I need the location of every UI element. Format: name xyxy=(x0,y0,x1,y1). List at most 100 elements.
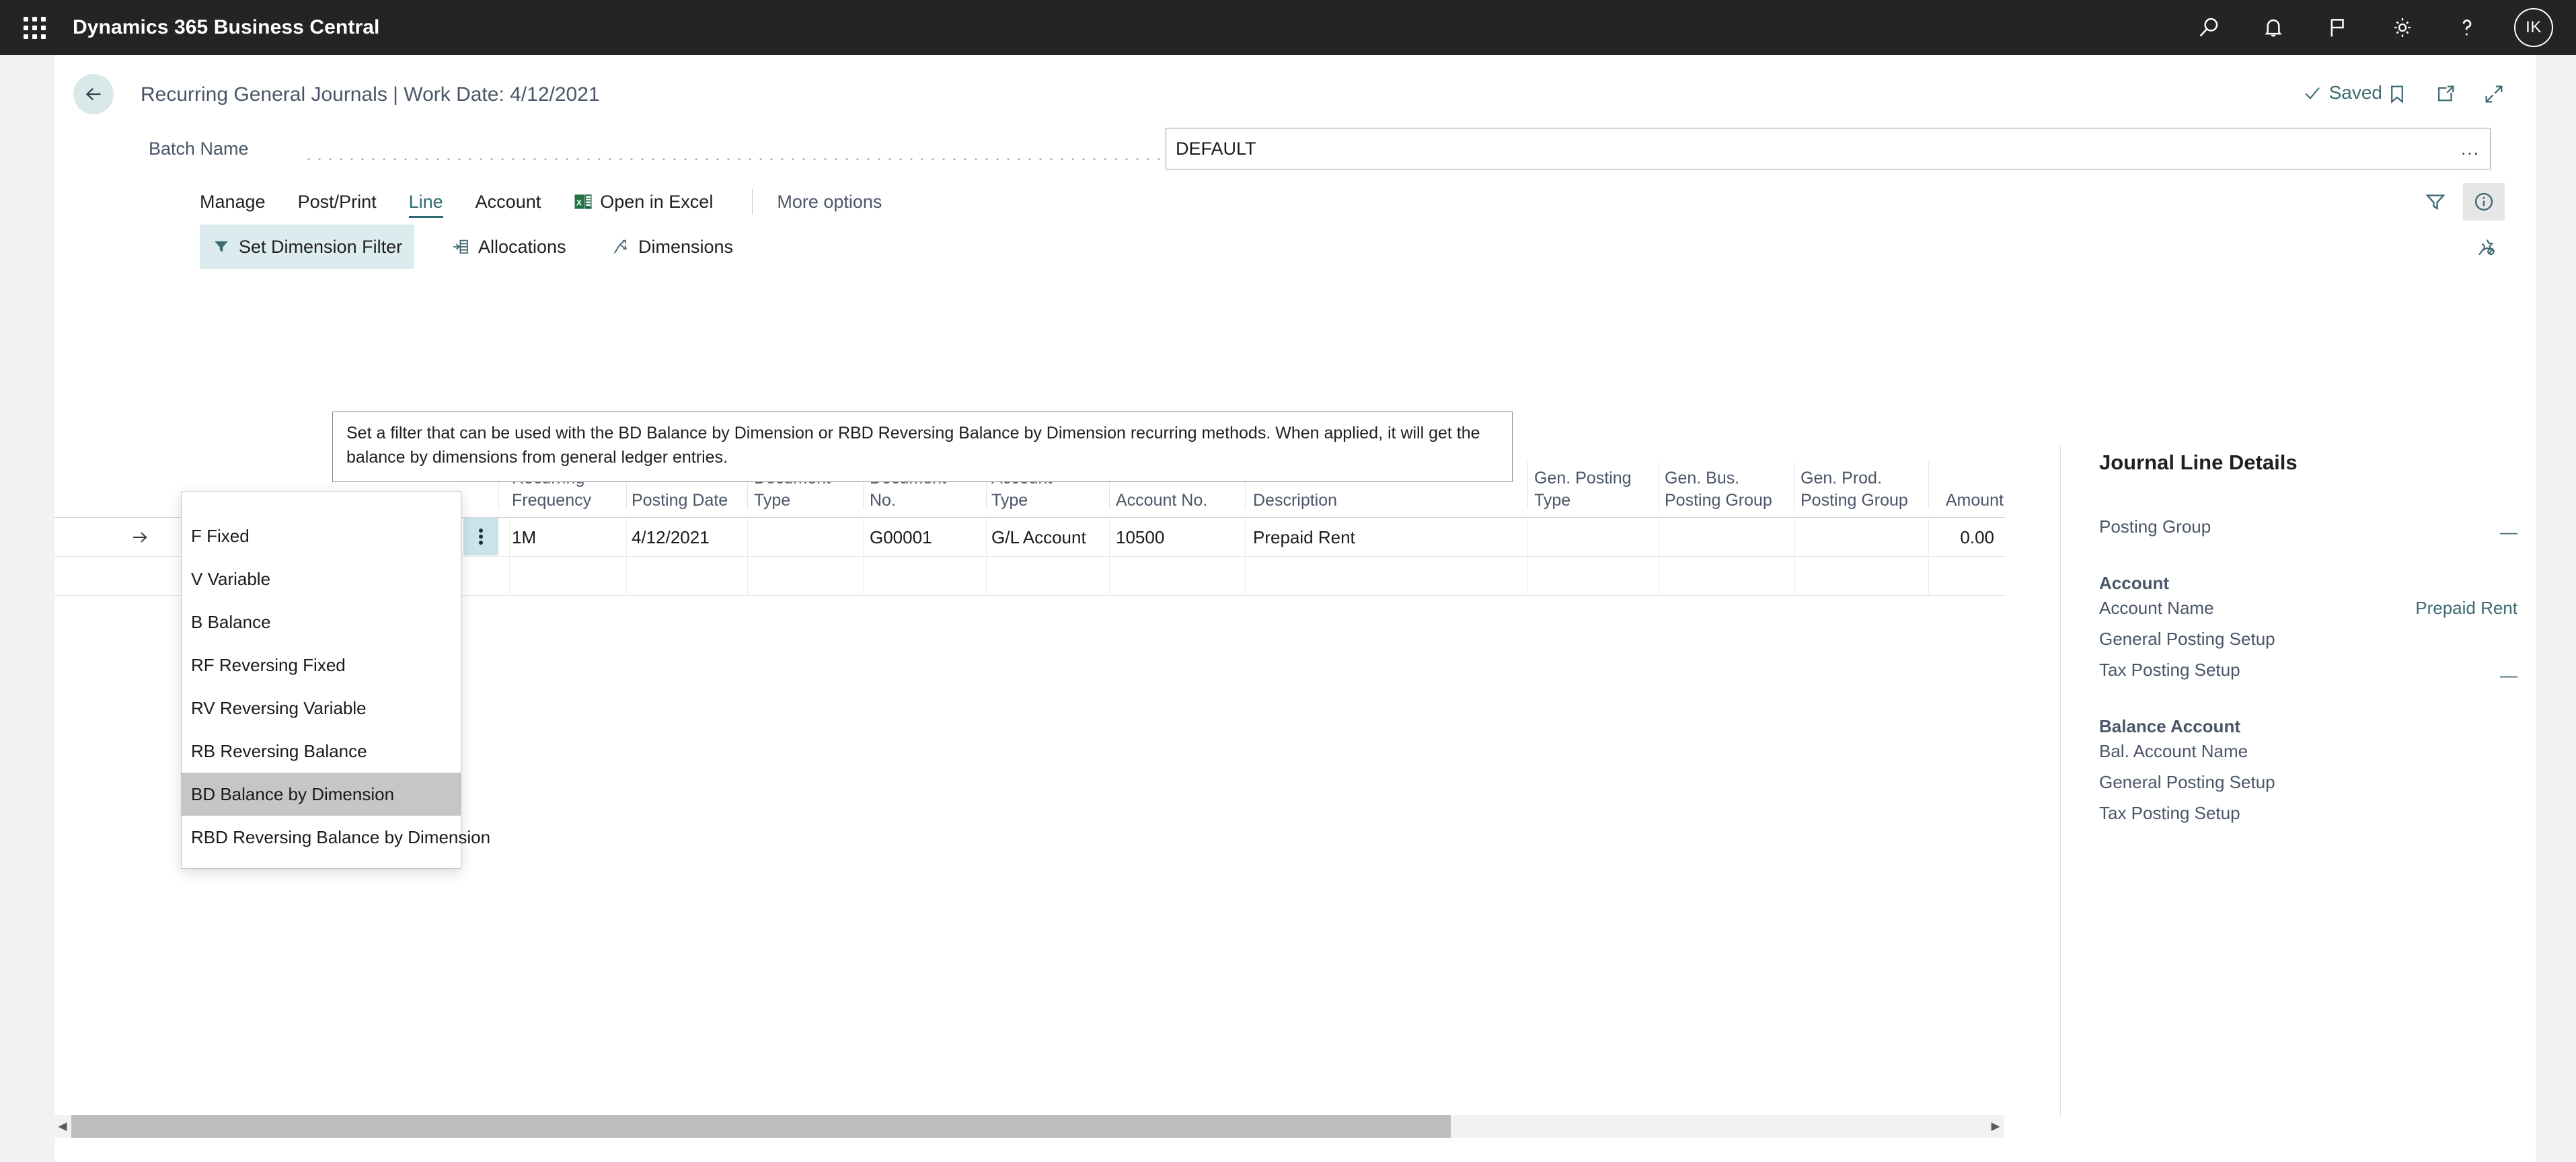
cell-divider xyxy=(863,518,864,557)
filter-funnel-icon[interactable] xyxy=(2415,183,2456,221)
app-title: Dynamics 365 Business Central xyxy=(73,16,380,38)
collapse-icon[interactable] xyxy=(2479,79,2509,109)
svg-text:X: X xyxy=(576,198,582,207)
scroll-right-arrow-icon[interactable]: ▶ xyxy=(1987,1120,2004,1133)
ribbon-tabs: Manage Post/Print Line Account X Open in… xyxy=(54,179,2536,225)
cell-divider xyxy=(986,518,987,557)
bookmark-icon[interactable] xyxy=(2382,79,2412,109)
cell-divider xyxy=(1527,518,1528,557)
batch-name-field[interactable]: ... xyxy=(1166,128,2491,169)
tab-open-in-excel[interactable]: X Open in Excel xyxy=(573,179,713,225)
details-title: Journal Line Details xyxy=(2099,451,2298,474)
column-header-gen-posting-type[interactable]: Gen. Posting Type xyxy=(1534,467,1632,512)
tab-post-print[interactable]: Post/Print xyxy=(298,179,377,225)
header-separator xyxy=(1527,461,1528,509)
flag-icon[interactable] xyxy=(2306,0,2370,55)
account-general-posting-setup-label: General Posting Setup xyxy=(2099,629,2275,649)
dropdown-option[interactable]: B Balance xyxy=(182,601,461,644)
batch-name-input[interactable] xyxy=(1166,138,2451,159)
tab-list: Manage Post/Print Line Account X Open in… xyxy=(200,179,914,225)
account-name-label: Account Name xyxy=(2099,598,2214,618)
tab-account[interactable]: Account xyxy=(476,179,541,225)
dropdown-option[interactable]: V Variable xyxy=(182,557,461,601)
cell-divider xyxy=(509,518,510,557)
waffle-grid-icon[interactable] xyxy=(13,16,55,39)
cell-account-type[interactable]: G/L Account xyxy=(991,518,1109,557)
cell-divider xyxy=(1109,518,1110,557)
cell-document-no[interactable]: G00001 xyxy=(870,518,984,557)
column-header-gen-bus-posting-group[interactable]: Gen. Bus. Posting Group xyxy=(1665,467,1772,512)
cell-recurring-frequency[interactable]: 1M xyxy=(512,518,626,557)
column-header-posting-date[interactable]: Posting Date xyxy=(632,490,728,512)
dropdown-option-selected[interactable]: BD Balance by Dimension xyxy=(182,773,461,816)
open-in-new-window-icon[interactable] xyxy=(2431,79,2460,109)
set-dimension-filter-label: Set Dimension Filter xyxy=(239,236,403,257)
horizontal-scrollbar[interactable]: ◀ ▶ xyxy=(54,1115,2004,1138)
gear-icon[interactable] xyxy=(2370,0,2435,55)
cell-gen-posting-type[interactable] xyxy=(1534,518,1657,557)
recurring-method-dropdown[interactable]: F Fixed V Variable B Balance RF Reversin… xyxy=(181,491,490,869)
unpin-icon[interactable] xyxy=(2467,230,2505,265)
help-question-icon[interactable] xyxy=(2435,0,2499,55)
ribbon-right-actions xyxy=(2415,183,2505,221)
dropdown-option[interactable]: RBD Reversing Balance by Dimension xyxy=(182,816,490,859)
set-dimension-filter-button[interactable]: Set Dimension Filter xyxy=(200,225,415,269)
dimensions-icon xyxy=(611,237,630,256)
batch-name-label: Batch Name xyxy=(149,139,249,159)
details-row-bal-tax-posting-setup: Tax Posting Setup xyxy=(2099,803,2570,834)
page-header: Recurring General Journals | Work Date: … xyxy=(54,55,2536,121)
cell-gen-bus-posting-group[interactable] xyxy=(1665,518,1792,557)
cell-divider xyxy=(626,557,627,596)
cell-divider xyxy=(1928,518,1929,557)
cell-divider xyxy=(986,557,987,596)
dropdown-option[interactable]: RB Reversing Balance xyxy=(182,730,461,773)
page-title: Recurring General Journals | Work Date: … xyxy=(141,83,600,106)
scroll-left-arrow-icon[interactable]: ◀ xyxy=(54,1120,71,1133)
dropdown-option[interactable]: RV Reversing Variable xyxy=(182,687,461,730)
dropdown-option[interactable]: F Fixed xyxy=(182,514,461,557)
cell-amount[interactable]: 0.00 xyxy=(1931,518,2004,557)
dimensions-button[interactable]: Dimensions xyxy=(599,225,745,269)
scrollbar-track[interactable] xyxy=(71,1115,1987,1138)
details-row-bal-account-name: Bal. Account Name xyxy=(2099,741,2570,772)
account-tax-posting-setup-label: Tax Posting Setup xyxy=(2099,660,2240,680)
column-header-description[interactable]: Description xyxy=(1253,490,1337,512)
bal-general-posting-setup-label: General Posting Setup xyxy=(2099,772,2275,792)
ribbon-actions: Set Dimension Filter Allocations Dimensi… xyxy=(54,225,2536,273)
column-header-gen-prod-posting-group[interactable]: Gen. Prod. Posting Group xyxy=(1801,467,1908,512)
dimensions-label: Dimensions xyxy=(638,236,734,257)
account-tax-posting-setup-value[interactable]: — xyxy=(2500,665,2517,686)
cell-posting-date[interactable]: 4/12/2021 xyxy=(632,518,746,557)
posting-group-value[interactable]: — xyxy=(2500,522,2517,543)
ribbon-divider xyxy=(752,189,753,215)
notification-bell-icon[interactable] xyxy=(2241,0,2306,55)
back-arrow-icon[interactable] xyxy=(73,74,114,114)
tab-more-options[interactable]: More options xyxy=(777,179,882,225)
cell-divider xyxy=(1794,557,1795,596)
cell-description[interactable]: Prepaid Rent xyxy=(1253,518,1525,557)
dropdown-option[interactable]: RF Reversing Fixed xyxy=(182,644,461,687)
column-header-account-no[interactable]: Account No. xyxy=(1116,490,1207,512)
page-container: Recurring General Journals | Work Date: … xyxy=(54,55,2536,1162)
page-header-actions xyxy=(2382,79,2509,109)
cell-gen-prod-posting-group[interactable] xyxy=(1801,518,1927,557)
scrollbar-thumb[interactable] xyxy=(71,1115,1451,1138)
cell-divider xyxy=(747,518,748,557)
batch-name-lookup-button[interactable]: ... xyxy=(2451,128,2490,169)
cell-document-type[interactable] xyxy=(754,518,862,557)
avatar[interactable]: IK xyxy=(2514,8,2553,47)
header-separator xyxy=(1928,461,1929,509)
search-icon[interactable] xyxy=(2176,0,2241,55)
tab-manage[interactable]: Manage xyxy=(200,179,266,225)
posting-group-label: Posting Group xyxy=(2099,516,2211,537)
header-separator xyxy=(1794,461,1795,509)
batch-name-row: Batch Name ... xyxy=(54,121,2536,179)
row-options-menu-icon[interactable] xyxy=(463,518,498,555)
column-header-amount[interactable]: Amount xyxy=(1931,490,2004,512)
allocations-button[interactable]: Allocations xyxy=(439,225,578,269)
tab-line[interactable]: Line xyxy=(408,179,443,225)
account-name-value[interactable]: Prepaid Rent xyxy=(2415,598,2517,619)
info-circle-icon[interactable] xyxy=(2463,183,2505,221)
journal-line-details-pane: Journal Line Details Posting Group — Acc… xyxy=(2099,451,2570,834)
cell-account-no[interactable]: 10500 xyxy=(1116,518,1244,557)
